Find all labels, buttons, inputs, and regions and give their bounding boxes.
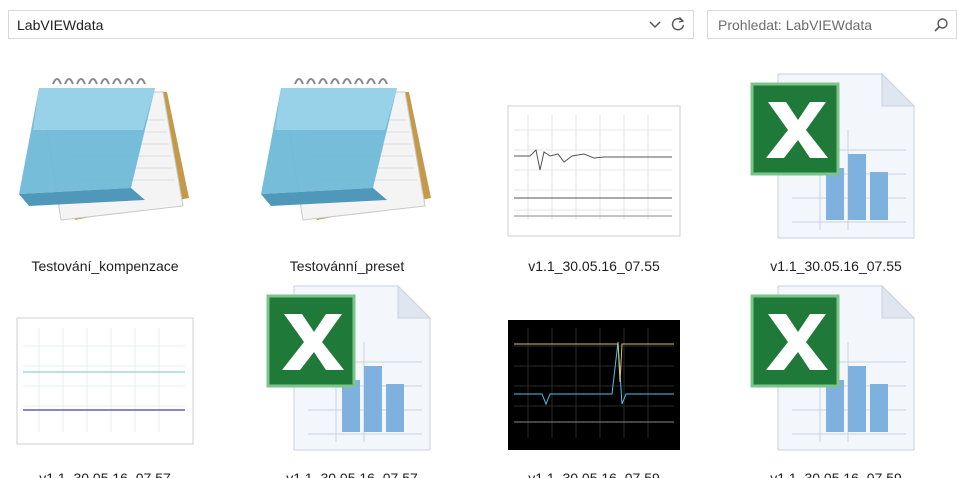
chart-thumbnail bbox=[508, 320, 680, 450]
file-item[interactable]: Testovánní_preset bbox=[247, 70, 447, 280]
file-name: Testovánní_preset bbox=[289, 258, 405, 274]
excel-icon bbox=[750, 72, 916, 239]
file-item[interactable]: v1.1_30.05.16_07.55 bbox=[494, 70, 694, 280]
file-item[interactable]: v1.1_30.05.16_07.59 bbox=[736, 282, 936, 478]
chart-thumbnail bbox=[507, 105, 681, 237]
excel-icon bbox=[266, 284, 432, 451]
chart-thumbnail bbox=[16, 317, 194, 445]
file-name: v1.1_30.05.16_07.57 bbox=[286, 470, 418, 478]
refresh-icon[interactable] bbox=[669, 15, 687, 33]
address-path[interactable]: LabVIEWdata bbox=[17, 17, 103, 33]
search-icon[interactable] bbox=[932, 16, 950, 34]
file-item[interactable]: Testování_kompenzace bbox=[5, 70, 205, 280]
file-name: v1.1_30.05.16_07.57 bbox=[39, 470, 171, 478]
chevron-down-icon[interactable] bbox=[647, 16, 663, 32]
search-placeholder: Prohledat: LabVIEWdata bbox=[718, 17, 873, 33]
file-item[interactable]: v1.1_30.05.16_07.55 bbox=[736, 70, 936, 280]
file-name: v1.1_30.05.16_07.55 bbox=[528, 258, 660, 274]
excel-icon bbox=[750, 284, 916, 451]
address-bar[interactable]: LabVIEWdata bbox=[8, 10, 694, 39]
notepad-icon bbox=[19, 78, 189, 221]
file-item[interactable]: v1.1_30.05.16_07.57 bbox=[5, 282, 205, 478]
file-name: v1.1_30.05.16_07.55 bbox=[770, 258, 902, 274]
notepad-icon bbox=[261, 78, 431, 221]
search-input[interactable]: Prohledat: LabVIEWdata bbox=[707, 10, 957, 39]
file-name: Testování_kompenzace bbox=[31, 258, 179, 274]
file-name: v1.1_30.05.16_07.59 bbox=[770, 470, 902, 478]
file-item[interactable]: v1.1_30.05.16_07.57 bbox=[252, 282, 452, 478]
file-name: v1.1_30.05.16_07.59 bbox=[528, 470, 660, 478]
file-item[interactable]: v1.1_30.05.16_07.59 bbox=[494, 282, 694, 478]
